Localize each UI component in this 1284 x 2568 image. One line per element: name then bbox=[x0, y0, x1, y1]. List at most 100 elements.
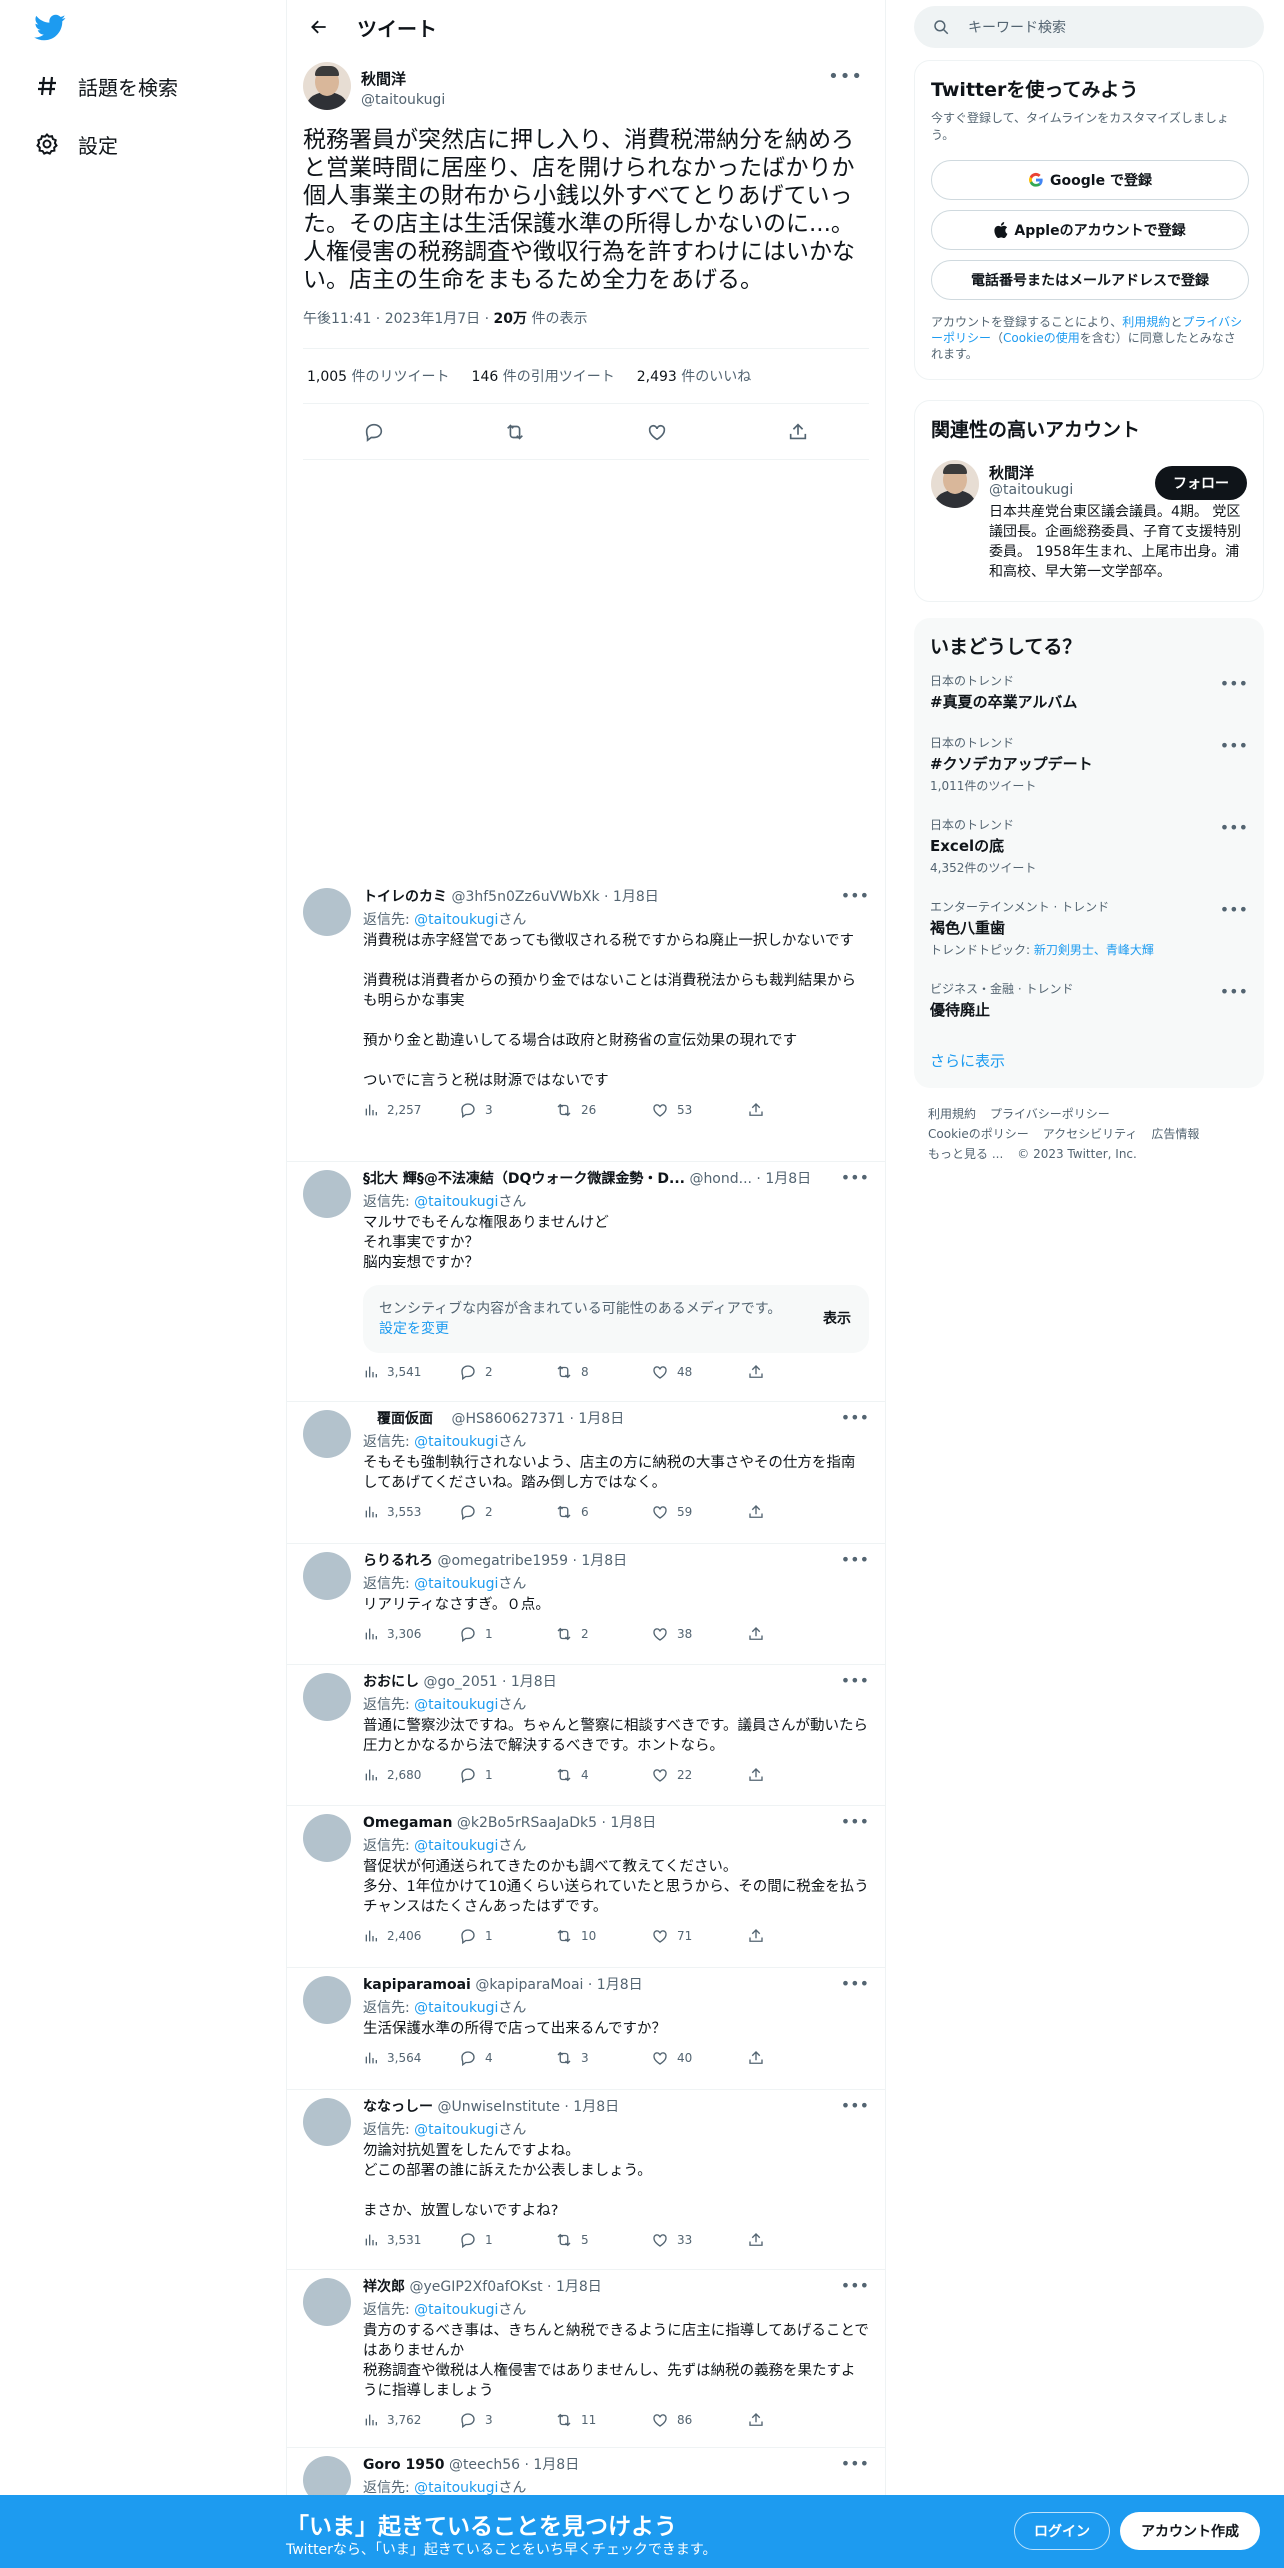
reply-author-name[interactable]: kapiparamoai bbox=[363, 1977, 471, 1993]
avatar[interactable] bbox=[303, 1673, 351, 1721]
google-signup-button[interactable]: Google で登録 bbox=[931, 160, 1249, 200]
login-button[interactable]: ログイン bbox=[1014, 2512, 1110, 2550]
trend-item[interactable]: ビジネス・金融 · トレンド 優待廃止 ••• bbox=[914, 980, 1264, 1020]
share-button[interactable] bbox=[747, 1766, 843, 1784]
views-button[interactable]: 2,257 bbox=[363, 1102, 459, 1118]
more-options-icon[interactable]: ••• bbox=[1220, 982, 1248, 1001]
retweet-stat[interactable]: 1,005 件のリツイート bbox=[307, 366, 450, 386]
share-button[interactable] bbox=[747, 1625, 843, 1643]
reply-author-name[interactable]: ななっしー bbox=[363, 2099, 433, 2115]
more-options-icon[interactable]: ••• bbox=[841, 1974, 869, 1993]
like-button[interactable]: 71 bbox=[651, 1927, 747, 1945]
reply-author-name[interactable]: Goro 1950 bbox=[363, 2457, 444, 2473]
more-options-icon[interactable]: ••• bbox=[828, 66, 863, 87]
avatar[interactable] bbox=[303, 1552, 351, 1600]
more-options-icon[interactable]: ••• bbox=[841, 1550, 869, 1569]
related-handle[interactable]: @taitoukugi bbox=[989, 482, 1073, 498]
more-options-icon[interactable]: ••• bbox=[1220, 900, 1248, 919]
related-account[interactable]: 秋間洋 @taitoukugi フォロー 日本共産党台東区議会議員。4期。 党区… bbox=[931, 460, 1247, 590]
more-options-icon[interactable]: ••• bbox=[841, 2454, 869, 2473]
retweet-button[interactable]: 6 bbox=[555, 1503, 651, 1521]
reply-author-name[interactable]: Omegaman bbox=[363, 1815, 452, 1831]
avatar[interactable] bbox=[931, 460, 979, 508]
more-options-icon[interactable]: ••• bbox=[841, 1408, 869, 1427]
reply-author-name[interactable]: トイレのカミ bbox=[363, 889, 447, 905]
footer-more[interactable]: もっと見る ... bbox=[928, 1147, 1003, 1161]
share-button[interactable] bbox=[747, 1927, 843, 1945]
reply-button[interactable]: 1 bbox=[459, 1766, 555, 1784]
back-arrow-icon[interactable] bbox=[301, 9, 337, 45]
retweet-icon[interactable] bbox=[504, 421, 526, 443]
more-options-icon[interactable]: ••• bbox=[841, 886, 869, 905]
like-button[interactable]: 38 bbox=[651, 1625, 747, 1643]
trend-item[interactable]: エンターテインメント · トレンド 褐色八重歯 トレンドトピック: 新刀剣男士、青峰… bbox=[914, 898, 1264, 958]
views-button[interactable]: 2,680 bbox=[363, 1767, 459, 1783]
change-settings-link[interactable]: 設定を変更 bbox=[379, 1321, 449, 1337]
reply-button[interactable]: 1 bbox=[459, 2231, 555, 2249]
footer-accessibility[interactable]: アクセシビリティ bbox=[1043, 1127, 1138, 1141]
reply-to-link[interactable]: @taitoukugi bbox=[414, 2122, 498, 2138]
more-options-icon[interactable]: ••• bbox=[841, 2276, 869, 2295]
like-button[interactable]: 40 bbox=[651, 2049, 747, 2067]
reply-to-link[interactable]: @taitoukugi bbox=[414, 1697, 498, 1713]
author-name[interactable]: 秋間洋 bbox=[361, 68, 445, 89]
reply-to-link[interactable]: @taitoukugi bbox=[414, 1194, 498, 1210]
reply-tweet[interactable]: 祥次郎 @yeGIP2Xf0afOKst · 1月8日 ••• 返信先: @tait… bbox=[287, 2270, 885, 2448]
reply-button[interactable]: 3 bbox=[459, 1101, 555, 1119]
more-options-icon[interactable]: ••• bbox=[841, 1671, 869, 1690]
like-button[interactable]: 48 bbox=[651, 1363, 747, 1381]
reply-author-name[interactable]: らりるれろ bbox=[363, 1553, 433, 1569]
views-button[interactable]: 3,541 bbox=[363, 1364, 459, 1380]
terms-link[interactable]: 利用規約 bbox=[1122, 315, 1170, 329]
twitter-logo-icon[interactable] bbox=[34, 14, 66, 42]
more-options-icon[interactable]: ••• bbox=[1220, 674, 1248, 693]
share-button[interactable] bbox=[747, 1503, 843, 1521]
tweet-time[interactable]: 午後11:41 bbox=[303, 311, 371, 327]
show-media-button[interactable]: 表示 bbox=[823, 1309, 851, 1329]
more-options-icon[interactable]: ••• bbox=[841, 1168, 869, 1187]
like-button[interactable]: 33 bbox=[651, 2231, 747, 2249]
reply-author-name[interactable]: おおにし bbox=[363, 1674, 419, 1690]
quote-stat[interactable]: 146 件の引用ツイート bbox=[472, 366, 615, 386]
reply-button[interactable]: 3 bbox=[459, 2411, 555, 2429]
avatar[interactable] bbox=[303, 1976, 351, 2024]
reply-button[interactable]: 1 bbox=[459, 1927, 555, 1945]
retweet-button[interactable]: 5 bbox=[555, 2231, 651, 2249]
phone-email-signup-button[interactable]: 電話番号またはメールアドレスで登録 bbox=[931, 260, 1249, 300]
like-button[interactable]: 59 bbox=[651, 1503, 747, 1521]
avatar[interactable] bbox=[303, 62, 351, 110]
like-stat[interactable]: 2,493 件のいいね bbox=[637, 366, 752, 386]
reply-to-link[interactable]: @taitoukugi bbox=[414, 912, 498, 928]
views-button[interactable]: 3,553 bbox=[363, 1504, 459, 1520]
reply-tweet[interactable]: らりるれろ @omegatribe1959 · 1月8日 ••• 返信先: @tai… bbox=[287, 1544, 885, 1665]
like-button[interactable]: 22 bbox=[651, 1766, 747, 1784]
reply-tweet[interactable]: kapiparamoai @kapiparaMoai · 1月8日 ••• 返信先:… bbox=[287, 1968, 885, 2090]
footer-privacy[interactable]: プライバシーポリシー bbox=[990, 1107, 1110, 1121]
retweet-button[interactable]: 11 bbox=[555, 2411, 651, 2429]
avatar[interactable] bbox=[303, 888, 351, 936]
retweet-button[interactable]: 10 bbox=[555, 1927, 651, 1945]
avatar[interactable] bbox=[303, 1814, 351, 1862]
share-button[interactable] bbox=[747, 2411, 843, 2429]
follow-button[interactable]: フォロー bbox=[1155, 466, 1247, 500]
reply-to-link[interactable]: @taitoukugi bbox=[414, 1838, 498, 1854]
retweet-button[interactable]: 3 bbox=[555, 2049, 651, 2067]
views-button[interactable]: 3,306 bbox=[363, 1626, 459, 1642]
reply-to-link[interactable]: @taitoukugi bbox=[414, 2302, 498, 2318]
share-button[interactable] bbox=[747, 2049, 843, 2067]
reply-button[interactable]: 4 bbox=[459, 2049, 555, 2067]
apple-signup-button[interactable]: Appleのアカウントで登録 bbox=[931, 210, 1249, 250]
trend-topic-links[interactable]: 新刀剣男士、青峰大輝 bbox=[1034, 943, 1154, 957]
share-button[interactable] bbox=[747, 2231, 843, 2249]
like-button[interactable]: 86 bbox=[651, 2411, 747, 2429]
reply-tweet[interactable]: 覆面仮面 @HS860627371 · 1月8日 ••• 返信先: @taitouk… bbox=[287, 1402, 885, 1544]
more-options-icon[interactable]: ••• bbox=[1220, 736, 1248, 755]
views-button[interactable]: 3,564 bbox=[363, 2050, 459, 2066]
footer-cookie[interactable]: Cookieのポリシー bbox=[928, 1127, 1029, 1141]
retweet-button[interactable]: 8 bbox=[555, 1363, 651, 1381]
reply-to-link[interactable]: @taitoukugi bbox=[414, 1434, 498, 1450]
share-icon[interactable] bbox=[787, 421, 809, 443]
reply-button[interactable]: 1 bbox=[459, 1625, 555, 1643]
trend-item[interactable]: 日本のトレンド #クソデカアップデート 1,011件のツイート ••• bbox=[914, 734, 1264, 794]
create-account-button[interactable]: アカウント作成 bbox=[1120, 2512, 1260, 2550]
